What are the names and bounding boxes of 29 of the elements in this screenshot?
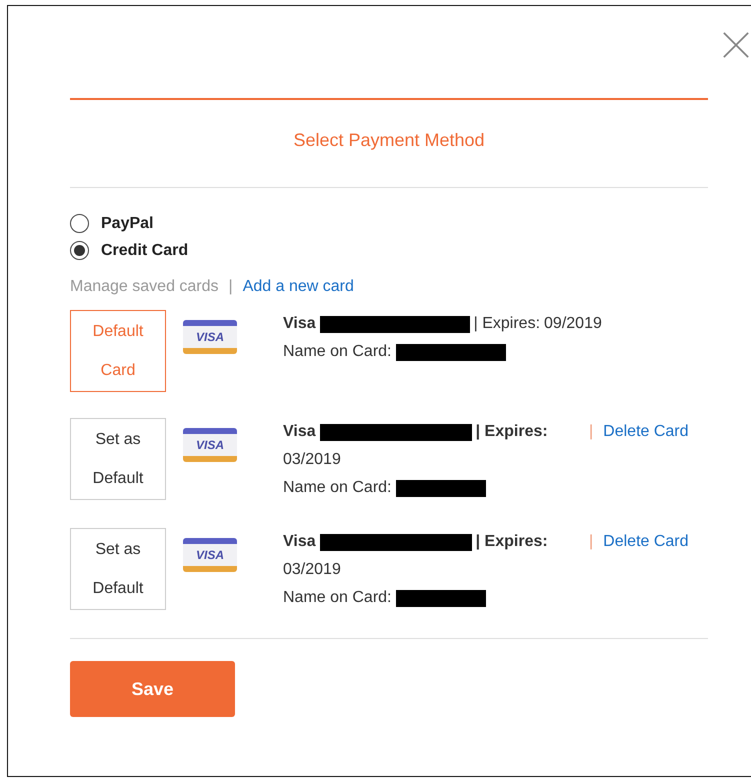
- expires-label: | Expires:: [476, 422, 548, 442]
- card-brand: Visa: [283, 314, 316, 334]
- save-button[interactable]: Save: [70, 661, 235, 717]
- card-logo-icon: VISA: [183, 428, 237, 462]
- name-on-card-label: Name on Card:: [283, 342, 392, 362]
- default-card-button[interactable]: Default Card: [70, 310, 166, 392]
- add-card-link[interactable]: Add a new card: [242, 278, 354, 296]
- radio-label[interactable]: Credit Card: [101, 242, 188, 260]
- expiry-date: 03/2019: [283, 450, 341, 470]
- card-brand: Visa: [283, 422, 316, 442]
- expires-label: | Expires:: [476, 532, 548, 552]
- expiry-date: 03/2019: [283, 560, 341, 580]
- card-brand: Visa: [283, 532, 316, 552]
- set-default-button[interactable]: Set as Default: [70, 528, 166, 610]
- manage-cards-label: Manage saved cards: [70, 278, 219, 296]
- radio-label[interactable]: PayPal: [101, 214, 154, 232]
- card-logo-icon: VISA: [183, 320, 237, 354]
- separator: |: [589, 422, 594, 442]
- expires-label: | Expires:: [474, 314, 540, 334]
- card-logo-icon: VISA: [183, 538, 237, 572]
- set-default-button[interactable]: Set as Default: [70, 418, 166, 500]
- delete-card-link[interactable]: Delete Card: [603, 418, 689, 446]
- separator: |: [228, 278, 233, 296]
- expiry-date: 09/2019: [544, 314, 602, 334]
- name-on-card-label: Name on Card:: [283, 478, 392, 498]
- name-on-card-label: Name on Card:: [283, 588, 392, 608]
- separator: |: [589, 532, 594, 552]
- dialog-title: Select Payment Method: [292, 130, 486, 151]
- delete-card-link[interactable]: Delete Card: [603, 528, 689, 556]
